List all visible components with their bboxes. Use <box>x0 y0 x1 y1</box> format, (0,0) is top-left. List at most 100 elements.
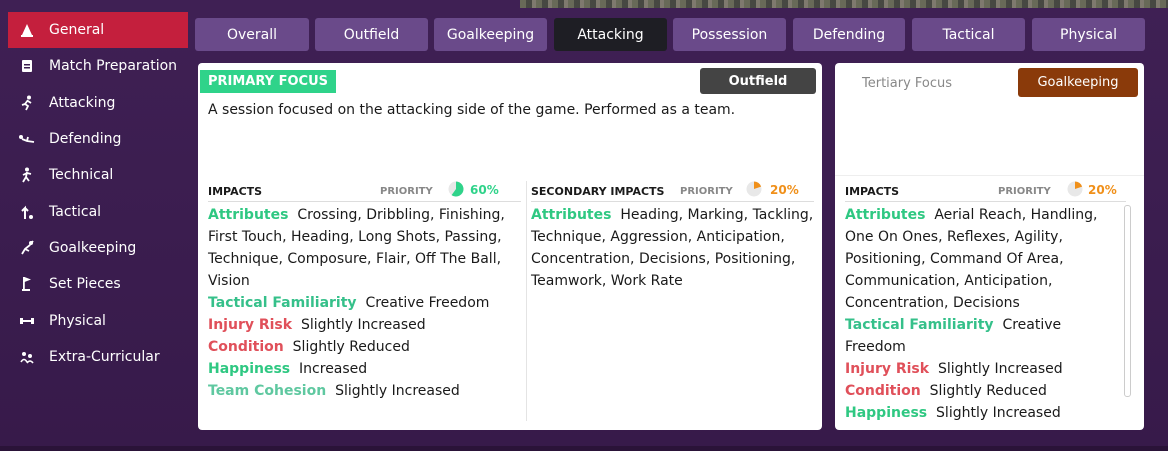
tab-goalkeeping[interactable]: Goalkeeping <box>434 18 547 51</box>
clipboard-icon <box>18 57 36 75</box>
sidebar-item-set-pieces[interactable]: Set Pieces <box>0 266 192 302</box>
attributes-value: Technique, Composure, Flair, Off The Bal… <box>208 251 502 267</box>
column-divider <box>526 181 527 421</box>
happiness-label: Happiness <box>845 405 928 421</box>
pitch-strip <box>520 0 1168 8</box>
tertiary-focus-panel: Tertiary Focus Goalkeeping IMPACTS PRIOR… <box>835 63 1144 430</box>
priority-label: PRIORITY <box>680 186 733 197</box>
sidebar-item-general[interactable]: General <box>8 12 188 49</box>
sidebar-item-label: Set Pieces <box>49 276 121 293</box>
tab-outfield[interactable]: Outfield <box>315 18 428 51</box>
condition-value: Slightly Reduced <box>929 383 1047 399</box>
tab-tactical[interactable]: Tactical <box>912 18 1025 51</box>
attributes-label: Attributes <box>208 207 289 223</box>
attributes-label: Attributes <box>845 207 926 223</box>
attributes-value: Teamwork, Work Rate <box>531 273 683 289</box>
injury-risk-value: Slightly Increased <box>300 317 426 333</box>
sidebar-item-label: General <box>49 22 105 39</box>
sidebar: General Match Preparation Attacking Defe… <box>0 12 192 375</box>
tertiary-impacts-section: IMPACTS PRIORITY 20% Attributes Aerial R… <box>845 181 1126 424</box>
attributes-value: Concentration, Decisions, Positioning, <box>531 251 796 267</box>
team-cohesion-value: Slightly Increased <box>335 383 460 399</box>
priority-value: 60% <box>470 183 499 197</box>
attributes-value: One On Ones, Reflexes, Agility, <box>845 229 1063 245</box>
secondary-impacts-header: SECONDARY IMPACTS PRIORITY 20% <box>531 181 814 202</box>
tab-attacking[interactable]: Attacking <box>554 18 667 51</box>
attributes-value: Concentration, Decisions <box>845 295 1020 311</box>
priority-label: PRIORITY <box>998 186 1051 197</box>
tab-overall[interactable]: Overall <box>195 18 309 51</box>
impacts-header: IMPACTS PRIORITY 60% <box>208 181 521 202</box>
injury-risk-label: Injury Risk <box>208 317 293 333</box>
scrollbar[interactable] <box>1124 205 1131 397</box>
sidebar-item-label: Defending <box>49 131 122 148</box>
impacts-header: IMPACTS PRIORITY 20% <box>845 181 1126 202</box>
type-badge-goalkeeping[interactable]: Goalkeeping <box>1018 68 1138 97</box>
secondary-impacts-title: SECONDARY IMPACTS <box>531 185 665 198</box>
happiness-value: Increased <box>299 361 368 377</box>
attributes-value: Crossing, Dribbling, Finishing, <box>297 207 505 223</box>
dumbbell-icon <box>18 312 36 330</box>
tertiary-focus-label: Tertiary Focus <box>862 76 953 91</box>
tactical-familiarity-label: Tactical Familiarity <box>845 317 994 333</box>
attributes-value: Positioning, Command Of Area, <box>845 251 1064 267</box>
primary-focus-panel: PRIMARY FOCUS Outfield A session focused… <box>198 63 822 430</box>
attributes-value: Aerial Reach, Handling, <box>934 207 1098 223</box>
injury-risk-value: Slightly Increased <box>937 361 1063 377</box>
sidebar-item-physical[interactable]: Physical <box>0 302 192 338</box>
sidebar-item-defending[interactable]: Defending <box>0 121 192 157</box>
tab-physical[interactable]: Physical <box>1032 18 1145 51</box>
secondary-impacts-body: Attributes Heading, Marking, Tackling, T… <box>531 204 814 292</box>
attributes-value: First Touch, Heading, Long Shots, Passin… <box>208 229 502 245</box>
attributes-value: Vision <box>208 273 250 289</box>
attributes-value: Technique, Aggression, Anticipation, <box>531 229 785 245</box>
happiness-value: Slightly Increased <box>936 405 1061 421</box>
session-description: A session focused on the attacking side … <box>208 102 736 118</box>
tactical-familiarity-label: Tactical Familiarity <box>208 295 357 311</box>
slide-tackle-icon <box>18 130 36 148</box>
happiness-label: Happiness <box>208 361 291 377</box>
sidebar-item-technical[interactable]: Technical <box>0 157 192 193</box>
sidebar-item-label: Attacking <box>49 94 116 111</box>
tactical-familiarity-value: Creative Freedom <box>365 295 490 311</box>
secondary-impacts-section: SECONDARY IMPACTS PRIORITY 20% Attribute… <box>531 181 814 292</box>
priority-value: 20% <box>1088 183 1117 197</box>
sidebar-item-extra-curricular[interactable]: Extra-Curricular <box>0 339 192 375</box>
cone-icon <box>18 21 36 39</box>
sidebar-item-label: Match Preparation <box>49 58 178 75</box>
sidebar-item-attacking[interactable]: Attacking <box>0 85 192 121</box>
sidebar-item-label: Physical <box>49 312 106 329</box>
runner-icon <box>18 94 36 112</box>
tab-defending[interactable]: Defending <box>793 18 905 51</box>
goalkeeper-icon <box>18 239 36 257</box>
impacts-title: IMPACTS <box>845 185 900 198</box>
impacts-title: IMPACTS <box>208 185 263 198</box>
priority-label: PRIORITY <box>380 186 433 197</box>
primary-focus-badge: PRIMARY FOCUS <box>200 70 337 93</box>
type-badge-outfield[interactable]: Outfield <box>700 68 816 94</box>
sidebar-item-label: Goalkeeping <box>49 239 137 256</box>
sidebar-item-tactical[interactable]: Tactical <box>0 193 192 229</box>
tactical-familiarity-value: Freedom <box>845 339 906 355</box>
tactical-familiarity-value: Creative <box>1002 317 1062 333</box>
sidebar-item-label: Tactical <box>49 203 102 220</box>
priority-pie-icon <box>448 181 464 197</box>
impacts-body: Attributes Aerial Reach, Handling, One O… <box>845 204 1126 424</box>
team-cohesion-label: Team Cohesion <box>208 383 327 399</box>
sidebar-item-label: Extra-Curricular <box>49 348 160 365</box>
impacts-section: IMPACTS PRIORITY 60% Attributes Crossing… <box>208 181 521 402</box>
tab-possession[interactable]: Possession <box>673 18 786 51</box>
divider <box>835 175 1144 176</box>
flag-icon <box>18 275 36 293</box>
condition-value: Slightly Reduced <box>292 339 410 355</box>
priority-pie-icon <box>746 181 762 197</box>
condition-label: Condition <box>845 383 921 399</box>
attributes-value: Heading, Marking, Tackling, <box>620 207 814 223</box>
sidebar-item-label: Technical <box>49 167 114 184</box>
sidebar-item-match-preparation[interactable]: Match Preparation <box>0 48 192 84</box>
bottom-border <box>0 446 1168 451</box>
sidebar-item-goalkeeping[interactable]: Goalkeeping <box>0 230 192 266</box>
injury-risk-label: Injury Risk <box>845 361 930 377</box>
impacts-body: Attributes Crossing, Dribbling, Finishin… <box>208 204 521 402</box>
priority-value: 20% <box>770 183 799 197</box>
